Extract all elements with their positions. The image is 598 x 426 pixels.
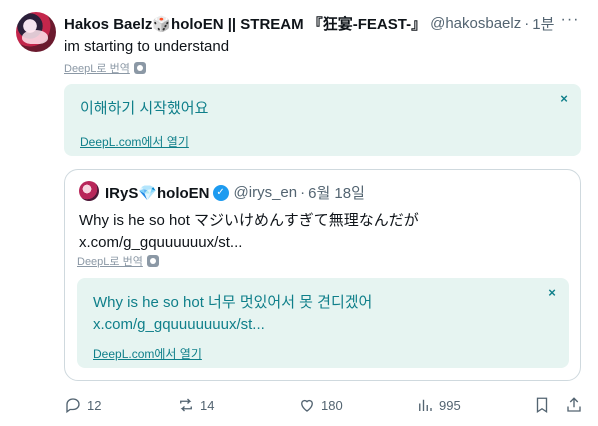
views-chart-icon (419, 399, 432, 411)
quoted-author-handle[interactable]: @irys_en (234, 184, 298, 201)
views-button[interactable]: 995 (416, 395, 461, 415)
heart-icon (301, 399, 313, 412)
repost-icon (180, 398, 192, 412)
quoted-translation-box: Why is he so hot 너무 멋있어서 못 견디겠어 x.com/g_… (77, 278, 569, 368)
verified-badge-icon: ✓ (212, 184, 229, 201)
close-icon[interactable]: × (556, 91, 572, 107)
translate-link[interactable]: DeepL로 번역 (64, 60, 146, 76)
author-avatar[interactable] (16, 12, 56, 52)
more-options-icon[interactable]: ··· (558, 12, 582, 33)
quoted-translation-line1: Why is he so hot 너무 멋있어서 못 견디겠어 (93, 294, 373, 311)
quoted-tweet[interactable]: IRyS💎holoEN ✓ @irys_en · 6월 18일 Why is h… (64, 169, 581, 381)
share-button[interactable] (565, 395, 583, 415)
quoted-text-line1: Why is he so hot マジいけめんすぎて無理なんだが (79, 212, 419, 229)
quoted-tweet-text: Why is he so hot マジいけめんすぎて無理なんだが x.com/g… (79, 210, 569, 254)
repost-count: 14 (200, 397, 215, 413)
quoted-tweet-header: IRyS💎holoEN ✓ @irys_en · 6월 18일 (105, 182, 365, 203)
author-handle[interactable]: @hakosbaelz (430, 15, 521, 32)
bookmark-button[interactable] (533, 395, 551, 415)
repost-button[interactable]: 14 (177, 395, 214, 415)
translation-box: 이해하기 시작했어요 DeepL.com에서 열기 × (64, 84, 581, 156)
quoted-translation-text: Why is he so hot 너무 멋있어서 못 견디겠어 x.com/g_… (93, 292, 372, 336)
tweet-time[interactable]: 1분 (532, 13, 554, 34)
tweet-text: im starting to understand (64, 38, 230, 55)
like-count: 180 (321, 397, 343, 413)
bookmark-icon (536, 397, 548, 414)
like-button[interactable]: 180 (298, 395, 343, 415)
quoted-translate-link[interactable]: DeepL로 번역 (77, 253, 159, 269)
reply-button[interactable]: 12 (64, 395, 101, 415)
separator-dot: · (524, 14, 530, 32)
quoted-close-icon[interactable]: × (544, 285, 560, 301)
quoted-author-name[interactable]: IRyS💎holoEN (105, 184, 210, 202)
deepl-icon (133, 62, 146, 74)
author-name[interactable]: Hakos Baelz🎲holoEN || STREAM 『狂宴-FEAST-』 (64, 13, 426, 34)
view-count: 995 (439, 397, 461, 413)
quoted-translate-link-label: DeepL로 번역 (77, 256, 143, 268)
tweet-header: Hakos Baelz🎲holoEN || STREAM 『狂宴-FEAST-』… (64, 12, 588, 34)
action-bar: 12 14 180 995 (64, 395, 586, 415)
open-in-deepl-link[interactable]: DeepL.com에서 열기 (80, 133, 189, 150)
quoted-open-in-deepl-link[interactable]: DeepL.com에서 열기 (93, 345, 202, 362)
translate-link-label: DeepL로 번역 (64, 63, 130, 75)
translation-text: 이해하기 시작했어요 (80, 100, 209, 117)
share-icon (567, 397, 581, 412)
quoted-tweet-time[interactable]: 6월 18일 (308, 182, 365, 203)
reply-icon (66, 398, 80, 414)
quoted-translation-link[interactable]: x.com/g_gquuuuuuux/st... (93, 314, 372, 336)
reply-count: 12 (87, 397, 102, 413)
separator-dot: · (300, 184, 306, 201)
quoted-link[interactable]: x.com/g_gquuuuuux/st... (79, 232, 569, 254)
quoted-author-avatar[interactable] (79, 181, 99, 201)
deepl-icon (146, 255, 159, 267)
